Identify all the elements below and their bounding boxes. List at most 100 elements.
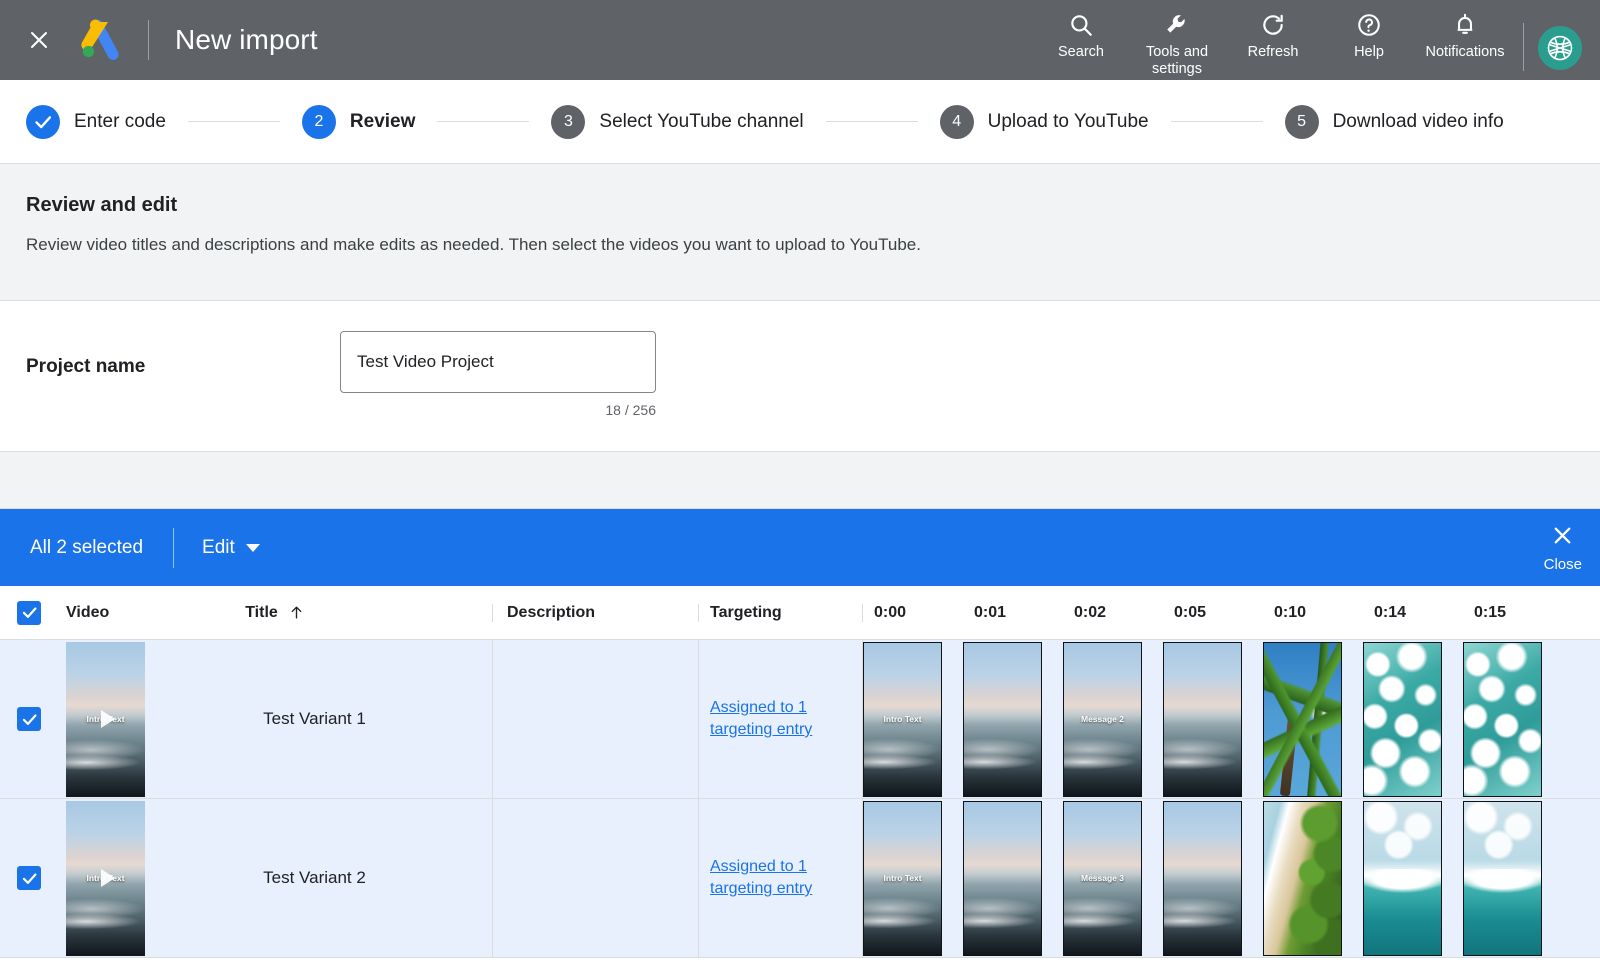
timeline-header-label: 0:10 xyxy=(1274,604,1306,622)
appbar-separator xyxy=(1523,23,1524,71)
edit-dropdown-button[interactable]: Edit xyxy=(188,529,274,567)
table-row[interactable]: Intro TextTest Variant 2 Assigned to 1 ta… xyxy=(0,799,1600,958)
video-preview-thumbnail[interactable]: Intro Text xyxy=(66,801,145,956)
timeline-frame-slot xyxy=(963,642,1063,797)
step-label-review: Review xyxy=(350,111,415,133)
stepper: Enter code 2 Review 3 Select YouTube cha… xyxy=(0,80,1600,164)
search-button[interactable]: Search xyxy=(1033,0,1129,61)
notifications-button[interactable]: Notifications xyxy=(1417,0,1513,61)
section-gap xyxy=(0,452,1600,509)
column-header-targeting[interactable]: Targeting xyxy=(698,604,862,622)
bell-icon xyxy=(1452,10,1478,40)
search-label: Search xyxy=(1058,44,1104,61)
timeline-cell: Intro Text Message 2 xyxy=(862,640,1600,798)
timeline-header-0-00: 0:00 xyxy=(863,604,963,622)
step-connector xyxy=(188,121,280,122)
close-selection-button[interactable]: Close xyxy=(1544,523,1600,573)
targeting-link[interactable]: Assigned to 1 targeting entry xyxy=(710,697,862,741)
description-cell[interactable] xyxy=(492,799,698,957)
step-select-youtube-channel[interactable]: 3 Select YouTube channel xyxy=(551,105,803,139)
help-button[interactable]: Help xyxy=(1321,0,1417,61)
avatar[interactable] xyxy=(1538,26,1582,70)
video-frame-thumbnail[interactable]: Intro Text xyxy=(863,642,942,797)
video-frame-thumbnail[interactable] xyxy=(1363,642,1442,797)
timeline-header-label: 0:14 xyxy=(1374,604,1406,622)
video-frame-thumbnail[interactable] xyxy=(1463,642,1542,797)
timeline-frames: Intro Text Message 3 xyxy=(863,801,1600,956)
row-checkbox[interactable] xyxy=(17,707,41,731)
timeline-frame-slot xyxy=(1363,801,1463,956)
video-frame-thumbnail[interactable] xyxy=(1363,801,1442,956)
timeline-header-0-01: 0:01 xyxy=(963,604,1063,622)
video-frame-thumbnail[interactable] xyxy=(1463,801,1542,956)
selection-divider xyxy=(173,528,174,568)
timeline-frame-slot xyxy=(963,801,1063,956)
targeting-link[interactable]: Assigned to 1 targeting entry xyxy=(710,856,862,900)
column-header-title-label: Title xyxy=(245,604,278,622)
videos-table: Video Title Description Targeting 0:000:… xyxy=(0,586,1600,958)
step-badge-3: 3 xyxy=(551,105,585,139)
step-connector xyxy=(826,121,918,122)
video-cell: Intro TextTest Variant 2 xyxy=(58,799,492,957)
step-label-upload-to-youtube: Upload to YouTube xyxy=(988,111,1149,133)
video-frame-thumbnail[interactable]: Message 3 xyxy=(1063,801,1142,956)
appbar-divider xyxy=(148,20,149,60)
play-icon[interactable] xyxy=(89,702,123,736)
row-checkbox[interactable] xyxy=(17,866,41,890)
scene-beach-sunset xyxy=(1164,643,1241,796)
step-review[interactable]: 2 Review xyxy=(302,105,415,139)
project-name-input[interactable] xyxy=(340,331,656,393)
step-label-select-youtube-channel: Select YouTube channel xyxy=(599,111,803,133)
select-all-checkbox[interactable] xyxy=(17,601,41,625)
page-title: New import xyxy=(175,24,318,56)
step-connector xyxy=(1171,121,1263,122)
selected-count-label: All 2 selected xyxy=(14,537,159,559)
step-enter-code[interactable]: Enter code xyxy=(26,105,166,139)
sort-ascending-arrow-icon xyxy=(288,604,305,621)
project-name-section: Project name 18 / 256 xyxy=(0,301,1600,452)
column-header-description[interactable]: Description xyxy=(492,604,698,622)
video-frame-thumbnail[interactable] xyxy=(963,642,1042,797)
timeline-header-label: 0:15 xyxy=(1474,604,1506,622)
scene-beach-sunset xyxy=(1164,802,1241,955)
row-select-cell xyxy=(0,799,58,957)
column-header-title[interactable]: Title xyxy=(58,604,492,622)
close-icon[interactable] xyxy=(22,23,56,57)
video-frame-thumbnail[interactable] xyxy=(963,801,1042,956)
step-label-download-video-info: Download video info xyxy=(1333,111,1504,133)
column-header-targeting-label: Targeting xyxy=(710,604,782,622)
video-frame-thumbnail[interactable]: Message 2 xyxy=(1063,642,1142,797)
refresh-button[interactable]: Refresh xyxy=(1225,0,1321,61)
appbar-actions: Search Tools and settings Refresh xyxy=(1033,0,1513,80)
help-circle-icon xyxy=(1356,10,1382,40)
video-cell: Intro TextTest Variant 1 xyxy=(58,640,492,798)
description-cell[interactable] xyxy=(492,640,698,798)
search-icon xyxy=(1068,10,1094,40)
timeline-header-0-05: 0:05 xyxy=(1163,604,1263,622)
step-download-video-info[interactable]: 5 Download video info xyxy=(1285,105,1504,139)
step-connector xyxy=(437,121,529,122)
video-preview-thumbnail[interactable]: Intro Text xyxy=(66,642,145,797)
video-frame-thumbnail[interactable] xyxy=(1163,801,1242,956)
timeline-header-0-10: 0:10 xyxy=(1263,604,1363,622)
scene-breaking-wave xyxy=(1364,802,1441,955)
video-frame-thumbnail[interactable]: Intro Text xyxy=(863,801,942,956)
play-icon[interactable] xyxy=(89,861,123,895)
timeline-frame-slot: Message 2 xyxy=(1063,642,1163,797)
table-body: Intro TextTest Variant 1 Assigned to 1 ta… xyxy=(0,640,1600,958)
timeline-frame-slot: Message 3 xyxy=(1063,801,1163,956)
video-frame-thumbnail[interactable] xyxy=(1163,642,1242,797)
frame-caption: Intro Text xyxy=(864,714,941,724)
scene-beach-sunset xyxy=(964,802,1041,955)
step-badge-5: 5 xyxy=(1285,105,1319,139)
section-heading: Review and edit xyxy=(26,194,1600,217)
video-frame-thumbnail[interactable] xyxy=(1263,642,1342,797)
video-frame-thumbnail[interactable] xyxy=(1263,801,1342,956)
step-upload-to-youtube[interactable]: 4 Upload to YouTube xyxy=(940,105,1149,139)
frame-caption: Message 3 xyxy=(1064,873,1141,883)
google-ads-logo xyxy=(78,19,124,61)
tools-and-settings-button[interactable]: Tools and settings xyxy=(1129,0,1225,78)
refresh-icon xyxy=(1260,10,1286,40)
table-row[interactable]: Intro TextTest Variant 1 Assigned to 1 ta… xyxy=(0,640,1600,799)
close-icon xyxy=(1550,523,1575,553)
